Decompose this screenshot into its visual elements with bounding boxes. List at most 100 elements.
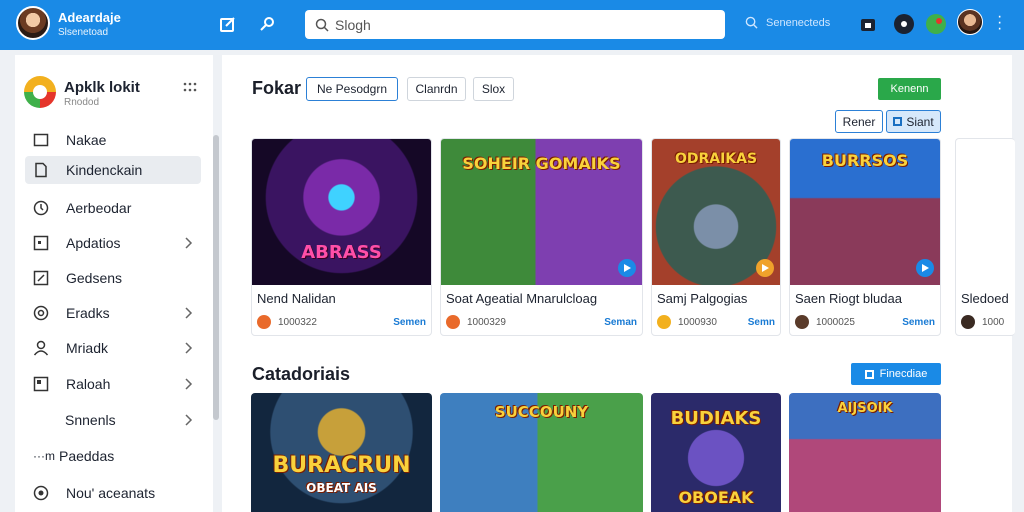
category-card-0[interactable]: BURACRUN OBEAT AIS (251, 393, 432, 512)
settings-icon (33, 485, 49, 501)
art-title: SOHEIR GOMAIKS (462, 154, 621, 173)
card-title: Samj Palgogias (657, 291, 748, 306)
search-bar[interactable] (305, 10, 725, 39)
sidebar-item-8[interactable]: Snnenls (25, 406, 201, 434)
filter-button-2[interactable]: Siant (886, 110, 941, 133)
game-card-1[interactable]: SOHEIR GOMAIKS Soat Ageatial Mnarulcloag… (440, 138, 643, 336)
search-input[interactable] (335, 16, 715, 33)
play-icon[interactable] (916, 259, 934, 277)
edit-icon[interactable] (219, 15, 237, 33)
sidebar: Apklk lokit Rnodod Nakae Kindenckain Aer… (15, 55, 213, 512)
category-card-3[interactable]: AIJSOIK (789, 393, 941, 512)
art-title: SUCCOUNY (494, 403, 589, 421)
sidebar-item-label: Kindenckain (66, 162, 143, 178)
sidebar-item-label: Apdatios (66, 235, 121, 251)
filter-chip-2[interactable]: Slox (473, 77, 514, 101)
chevron-right-icon (185, 414, 193, 426)
categories-action-label: Finecdiae (879, 368, 928, 380)
play-icon[interactable] (756, 259, 774, 277)
brand-subtitle: Slsenetoad (58, 27, 109, 38)
card-title: Soat Ageatial Mnarulcloag (446, 291, 598, 306)
secondary-search-label: Senenecteds (766, 16, 831, 29)
sidebar-item-label: Gedsens (66, 270, 123, 286)
sidebar-item-7[interactable]: Raloah (25, 370, 201, 398)
game-badge-icon (961, 315, 975, 329)
art-title: BURRSOS (821, 151, 909, 170)
grid-menu-icon[interactable] (183, 81, 197, 93)
card-link[interactable]: Semen (393, 317, 426, 328)
filter-chip-0[interactable]: Ne Pesodgrn (306, 77, 398, 101)
store-icon[interactable] (858, 14, 878, 34)
sidebar-item-label: Mriadk (66, 340, 109, 356)
card-meta: 1000025 Semen (795, 315, 940, 329)
sidebar-item-2[interactable]: Aerbeodar (25, 194, 201, 222)
sidebar-item-10[interactable]: Nou' aceanats (25, 479, 201, 507)
grid-icon (864, 369, 874, 379)
sidebar-item-1[interactable]: Kindenckain (25, 156, 201, 184)
sidebar-item-5[interactable]: Eradks (25, 299, 201, 327)
app-subtitle: Rnodod (64, 97, 100, 108)
chevron-right-icon (185, 237, 193, 249)
card-title: Sledoed (961, 291, 1009, 306)
sidebar-item-4[interactable]: Gedsens (25, 264, 201, 292)
search-icon (315, 18, 329, 32)
category-card-1[interactable]: SUCCOUNY (440, 393, 643, 512)
game-card-2[interactable]: ODRAIKAS Samj Palgogias 1000930 Semn (651, 138, 781, 336)
game-badge-icon (657, 315, 671, 329)
edit-icon (33, 270, 49, 286)
sidebar-item-label: Snnenls (65, 412, 116, 428)
sidebar-item-label: Eradks (66, 305, 110, 321)
card-count: 1000329 (467, 316, 506, 328)
more-menu-icon[interactable]: · · · (997, 9, 1002, 37)
sidebar-item-0[interactable]: Nakae (25, 126, 201, 154)
clock-icon (33, 200, 49, 216)
sidebar-item-label: Raloah (66, 376, 111, 392)
game-card-4[interactable]: Sledoed 1000 (955, 138, 1015, 336)
app-name: Apklk lokit (64, 79, 140, 96)
brand-avatar[interactable] (16, 6, 50, 40)
art-title: AIJSOIK (837, 401, 893, 416)
art-title: ABRASS (301, 242, 382, 263)
secondary-search[interactable]: Senenecteds (745, 16, 830, 29)
gear-icon (33, 305, 49, 321)
section-title-categories: Catadoriais (252, 364, 351, 384)
document-icon (35, 162, 47, 178)
app-logo (24, 76, 56, 108)
pin-icon[interactable] (258, 15, 276, 33)
sidebar-item-6[interactable]: Mriadk (25, 334, 201, 362)
play-icon[interactable] (618, 259, 636, 277)
card-meta: 1000930 Semn (657, 315, 780, 329)
sidebar-item-3[interactable]: Apdatios (25, 229, 201, 257)
card-link[interactable]: Semn (748, 317, 775, 328)
game-card-0[interactable]: ABRASS Nend Nalidan 1000322 Semen (251, 138, 432, 336)
category-card-2[interactable]: BUDIAKS OBOEAK (651, 393, 781, 512)
user-avatar[interactable] (957, 9, 983, 35)
categories-action-button[interactable]: Finecdiae (851, 363, 941, 385)
card-link[interactable]: Seman (604, 317, 637, 328)
card-meta: 1000322 Semen (257, 315, 431, 329)
card-meta: 1000 (961, 315, 1015, 329)
notification-icon[interactable] (894, 14, 914, 34)
card-title: Saen Riogt bludaa (795, 291, 902, 306)
brand: Adeardaje Slsenetoad (58, 10, 121, 38)
game-card-3[interactable]: BURRSOS Saen Riogt bludaa 1000025 Semen (789, 138, 941, 336)
game-card-art: SOHEIR GOMAIKS (441, 139, 642, 285)
chevron-right-icon (185, 342, 193, 354)
game-badge-icon (795, 315, 809, 329)
card-link[interactable]: Semen (902, 317, 935, 328)
art-title: BURACRUN (272, 453, 411, 478)
chevron-right-icon (185, 378, 193, 390)
filter-chip-1[interactable]: Clanrdn (407, 77, 466, 101)
art-title: ODRAIKAS (674, 151, 758, 167)
user-icon (33, 340, 49, 356)
sidebar-scrollbar[interactable] (213, 135, 219, 420)
sidebar-item-9[interactable]: ···m Paeddas (25, 442, 201, 470)
search-icon (745, 16, 758, 29)
box-icon (33, 376, 49, 392)
primary-action-button[interactable]: Kenenn (878, 78, 941, 100)
alert-icon[interactable] (926, 14, 946, 34)
sidebar-item-label: Nakae (66, 132, 107, 148)
game-badge-icon (446, 315, 460, 329)
brand-title: Adeardaje (58, 10, 121, 25)
filter-button-1[interactable]: Rener (835, 110, 883, 133)
